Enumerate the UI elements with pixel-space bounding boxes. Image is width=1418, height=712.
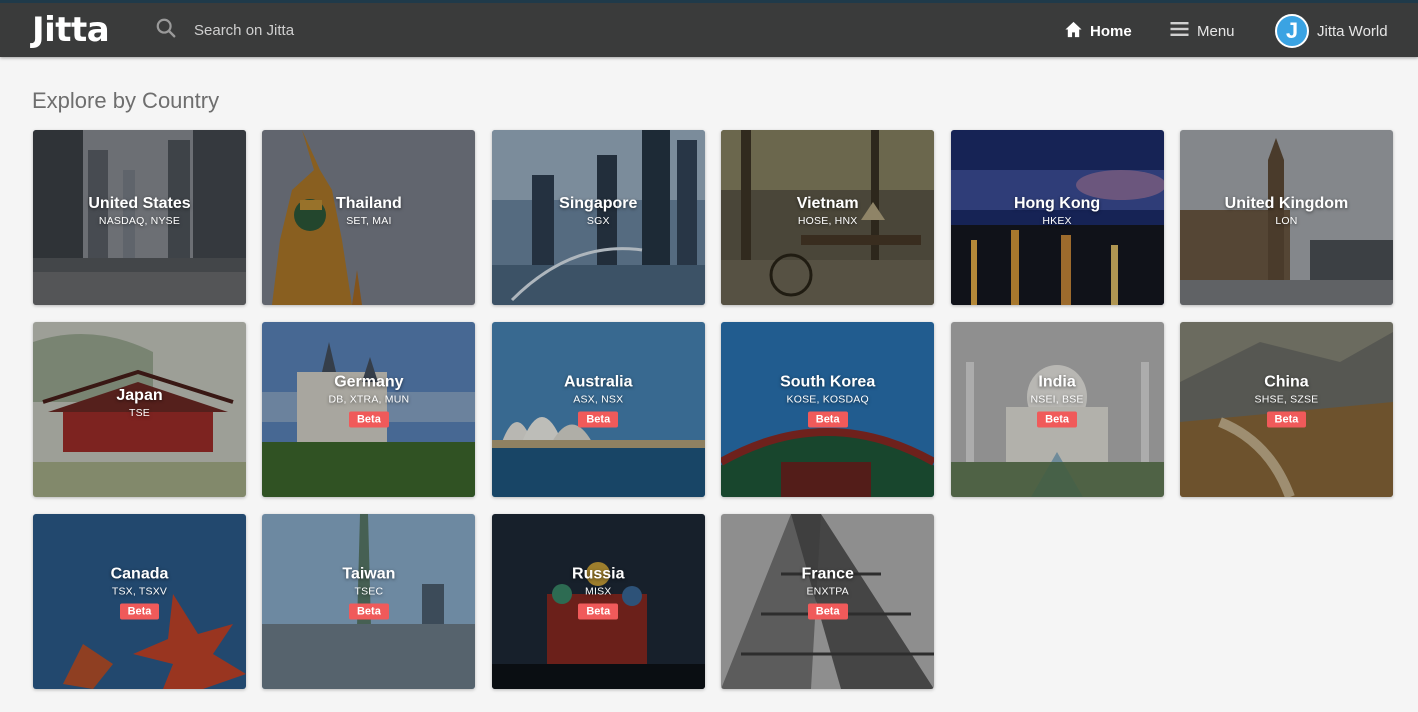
country-card-text: Germany DB, XTRA, MUN Beta [262, 372, 475, 427]
country-card-taiwan[interactable]: Taiwan TSEC Beta [262, 514, 476, 689]
nav-menu-label: Menu [1197, 22, 1235, 40]
country-card-text: Singapore SGX [492, 194, 705, 228]
exchange-list: SET, MAI [346, 214, 392, 227]
country-name: Hong Kong [1013, 194, 1101, 212]
country-card-singapore[interactable]: Singapore SGX [491, 130, 705, 305]
country-card-vietnam[interactable]: Vietnam HOSE, HNX [721, 130, 935, 305]
hamburger-icon [1169, 19, 1197, 43]
exchange-list: NSEI, BSE [1030, 393, 1084, 405]
exchange-list: SGX [586, 214, 610, 227]
country-name: Germany [334, 373, 404, 390]
country-card-germany[interactable]: Germany DB, XTRA, MUN Beta [262, 322, 476, 497]
jitta-logo[interactable]: Jitta [32, 6, 110, 54]
country-card-text: Vietnam HOSE, HNX [721, 194, 934, 228]
country-name: India [1038, 373, 1076, 390]
exchange-list: LON [1275, 214, 1298, 227]
country-name: Vietnam [796, 194, 859, 212]
nav-home-label: Home [1090, 22, 1132, 40]
nav-home[interactable]: Home [1064, 13, 1132, 49]
beta-badge: Beta [578, 411, 619, 427]
exchange-list: TSEC [354, 585, 384, 597]
country-card-japan[interactable]: Japan TSE [33, 322, 246, 497]
country-name: United Kingdom [1224, 194, 1349, 212]
country-card-text: United States NASDAQ, NYSE [33, 194, 246, 228]
exchange-list: HKEX [1042, 214, 1072, 227]
country-card-france[interactable]: France ENXTPA Beta [721, 514, 935, 689]
beta-badge: Beta [807, 603, 848, 619]
country-name: Russia [572, 565, 625, 582]
country-card-canada[interactable]: Canada TSX, TSXV Beta [33, 514, 246, 689]
country-grid: United States NASDAQ, NYSE Thailand SET, MA… [33, 130, 1393, 689]
country-card-united-kingdom[interactable]: United Kingdom LON [1179, 130, 1393, 305]
exchange-list: HOSE, HNX [797, 214, 858, 227]
country-card-text: Japan TSE [33, 386, 246, 420]
nav-menu[interactable]: Menu [1169, 13, 1235, 49]
country-card-thailand[interactable]: Thailand SET, MAI [262, 130, 476, 305]
country-card-united-states[interactable]: United States NASDAQ, NYSE [33, 130, 246, 305]
country-card-text: United Kingdom LON [1180, 194, 1393, 228]
top-navbar: Jitta Home Menu J Jitta World [0, 0, 1418, 57]
beta-badge: Beta [1037, 411, 1077, 427]
country-card-text: Australia ASX, NSX Beta [492, 372, 705, 427]
country-card-south-korea[interactable]: South Korea KOSE, KOSDAQ Beta [721, 322, 935, 497]
country-card-text: Hong Kong HKEX [951, 194, 1164, 228]
country-name: Taiwan [342, 565, 396, 582]
country-name: United States [88, 194, 191, 212]
search-input[interactable] [194, 21, 434, 39]
home-icon [1064, 20, 1090, 43]
avatar[interactable]: J [1275, 14, 1309, 48]
beta-badge: Beta [348, 411, 389, 427]
country-card-text: Canada TSX, TSXV Beta [33, 564, 246, 619]
country-name: France [801, 565, 854, 582]
country-card-hong-kong[interactable]: Hong Kong HKEX [950, 130, 1164, 305]
exchange-list: TSX, TSXV [111, 585, 168, 597]
user-name: Jitta World [1317, 22, 1388, 40]
country-card-text: India NSEI, BSE Beta [951, 372, 1164, 427]
country-name: Singapore [559, 194, 638, 212]
exchange-list: NASDAQ, NYSE [98, 214, 181, 227]
country-card-china[interactable]: China SHSE, SZSE Beta [1179, 322, 1393, 497]
beta-badge: Beta [1266, 411, 1307, 427]
exchange-list: ENXTPA [806, 585, 849, 597]
country-card-russia[interactable]: Russia MISX Beta [491, 514, 705, 689]
country-card-text: China SHSE, SZSE Beta [1180, 372, 1393, 427]
search-bar[interactable] [150, 11, 450, 49]
beta-badge: Beta [578, 603, 619, 619]
country-name: South Korea [780, 373, 876, 390]
country-card-india[interactable]: India NSEI, BSE Beta [950, 322, 1164, 497]
country-card-australia[interactable]: Australia ASX, NSX Beta [491, 322, 705, 497]
search-icon[interactable] [150, 17, 177, 44]
page-title: Explore by Country [32, 88, 220, 113]
exchange-list: SHSE, SZSE [1254, 393, 1319, 405]
country-name: Thailand [336, 194, 402, 212]
country-card-text: South Korea KOSE, KOSDAQ Beta [721, 372, 934, 427]
country-name: Japan [116, 386, 163, 404]
exchange-list: TSE [128, 406, 151, 419]
beta-badge: Beta [807, 411, 848, 427]
country-card-text: Taiwan TSEC Beta [262, 564, 475, 619]
exchange-list: DB, XTRA, MUN [328, 393, 410, 405]
exchange-list: MISX [585, 585, 612, 597]
exchange-list: ASX, NSX [573, 393, 624, 405]
country-card-text: Thailand SET, MAI [262, 194, 475, 228]
country-card-text: France ENXTPA Beta [721, 564, 934, 619]
user-menu[interactable]: J Jitta World [1275, 13, 1388, 49]
country-card-text: Russia MISX Beta [492, 564, 705, 619]
country-name: Canada [110, 565, 169, 582]
beta-badge: Beta [119, 603, 160, 619]
country-name: China [1264, 373, 1309, 390]
beta-badge: Beta [348, 603, 389, 619]
exchange-list: KOSE, KOSDAQ [786, 393, 869, 405]
country-name: Australia [564, 373, 633, 390]
